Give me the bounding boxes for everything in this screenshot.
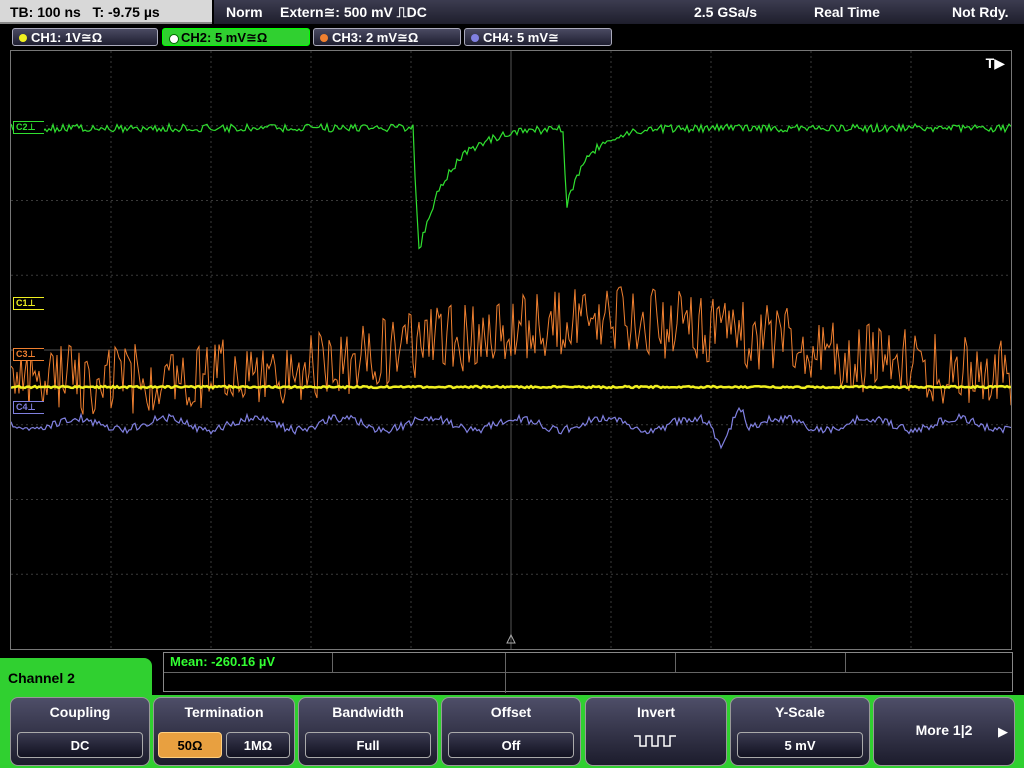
offset-title: Offset	[490, 704, 532, 720]
tab-channel-1[interactable]: CH1: 1V≅Ω	[12, 28, 158, 46]
timebase-readout[interactable]: TB: 100 ns T: -9.75 µs	[0, 0, 212, 24]
bandwidth-title: Bandwidth	[332, 704, 404, 720]
channel-1-dot-icon	[19, 34, 27, 42]
bandwidth-softkey[interactable]: Bandwidth Full	[298, 697, 438, 766]
tab-channel-3-label: CH3: 2 mV≅Ω	[332, 30, 419, 45]
offset-softkey[interactable]: Offset Off	[441, 697, 581, 766]
trigger-source[interactable]: Extern≅: 500 mV ⎍DC	[280, 0, 427, 24]
tab-channel-3[interactable]: CH3: 2 mV≅Ω	[313, 28, 461, 46]
invert-waveform-icon	[634, 735, 676, 747]
y-scale-softkey[interactable]: Y-Scale 5 mV	[730, 697, 870, 766]
termination-50-ohm[interactable]: 50Ω	[158, 732, 222, 758]
tab-channel-4-label: CH4: 5 mV≅	[483, 30, 559, 45]
tab-channel-2[interactable]: CH2: 5 mV≅Ω	[162, 28, 310, 46]
channel-1-ground-marker[interactable]: C1⊥	[13, 297, 44, 310]
more-label: More 1|2	[915, 722, 973, 738]
tab-channel-2-label: CH2: 5 mV≅Ω	[181, 30, 268, 45]
channel-2-dot-icon	[169, 34, 179, 44]
trigger-state: Not Rdy.	[952, 4, 1009, 20]
coupling-value[interactable]: DC	[17, 732, 143, 758]
termination-softkey[interactable]: Termination 50Ω 1MΩ	[153, 697, 295, 766]
measurement-panel: Mean: -260.16 µV	[163, 652, 1013, 693]
channel-4-dot-icon	[471, 34, 479, 42]
invert-title: Invert	[636, 704, 676, 720]
channel-2-ground-marker[interactable]: C2⊥	[13, 121, 44, 134]
waveform-grid	[11, 51, 1011, 649]
channel-3-dot-icon	[320, 34, 328, 42]
channel-3-ground-marker[interactable]: C3⊥	[13, 348, 44, 361]
waveform-display[interactable]: T▶ C1⊥ C3⊥ C4⊥ C2⊥	[10, 50, 1012, 650]
menu-channel-label: Channel 2	[0, 658, 152, 698]
termination-1m-ohm[interactable]: 1MΩ	[226, 732, 290, 758]
termination-title: Termination	[184, 704, 264, 720]
y-scale-value[interactable]: 5 mV	[737, 732, 863, 758]
coupling-title: Coupling	[49, 704, 111, 720]
measurement-divider	[332, 653, 333, 672]
trigger-mode[interactable]: Norm	[226, 0, 263, 24]
trigger-offscreen-marker: T▶	[985, 55, 1005, 71]
y-scale-title: Y-Scale	[775, 704, 825, 720]
coupling-softkey[interactable]: Coupling DC	[10, 697, 150, 766]
tab-channel-4[interactable]: CH4: 5 mV≅	[464, 28, 612, 46]
measurement-divider	[164, 672, 1012, 673]
mean-measurement: Mean: -260.16 µV	[170, 654, 276, 669]
acquisition-mode: Real Time	[814, 4, 880, 20]
measurement-divider	[505, 653, 506, 693]
arrow-right-icon: ▶	[998, 724, 1008, 739]
offset-value[interactable]: Off	[448, 732, 574, 758]
measurement-divider	[845, 653, 846, 672]
invert-softkey[interactable]: Invert	[585, 697, 727, 766]
measurement-divider	[675, 653, 676, 672]
bandwidth-value[interactable]: Full	[305, 732, 431, 758]
channel-4-ground-marker[interactable]: C4⊥	[13, 401, 44, 414]
sample-rate: 2.5 GSa/s	[694, 4, 758, 20]
tab-channel-1-label: CH1: 1V≅Ω	[31, 30, 103, 45]
more-softkey[interactable]: More 1|2 ▶	[873, 697, 1015, 766]
status-bar: TB: 100 ns T: -9.75 µs Norm Extern≅: 500…	[0, 0, 1024, 26]
channel-1-waveform	[11, 384, 1011, 390]
